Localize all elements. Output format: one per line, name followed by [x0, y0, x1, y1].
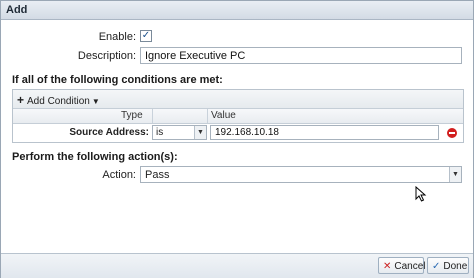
- action-select[interactable]: Pass ▼: [140, 166, 462, 183]
- condition-operator-select[interactable]: is ▼: [152, 125, 207, 140]
- action-value: Pass: [145, 169, 170, 181]
- add-condition-label: Add Condition: [27, 96, 90, 107]
- conditions-grid: + Add Condition ▼ Type Value Source Addres…: [12, 89, 464, 143]
- done-label: Done: [443, 261, 468, 272]
- cancel-x-icon: ✕: [383, 261, 392, 272]
- enable-label: Enable:: [98, 31, 136, 43]
- conditions-header: Type Value: [13, 109, 463, 124]
- condition-operator-value: is: [156, 127, 164, 138]
- conditions-toolbar: + Add Condition ▼: [13, 90, 463, 109]
- enable-checkbox[interactable]: ✓: [140, 30, 152, 42]
- chevron-down-icon: ▼: [91, 97, 100, 106]
- conditions-section-title: If all of the following conditions are m…: [12, 74, 223, 86]
- action-label: Action:: [102, 169, 136, 181]
- mouse-pointer-icon: [415, 186, 427, 202]
- plus-icon: +: [17, 93, 25, 107]
- dialog-title: Add: [6, 4, 28, 16]
- chevron-down-icon: ▼: [449, 167, 461, 182]
- condition-row: Source Address: is ▼ 192.168.10.18: [13, 124, 463, 141]
- column-separator: [152, 109, 153, 123]
- description-input[interactable]: Ignore Executive PC: [140, 47, 462, 64]
- description-value: Ignore Executive PC: [145, 50, 246, 62]
- remove-condition-icon[interactable]: [447, 128, 457, 138]
- actions-section-title: Perform the following action(s):: [12, 151, 178, 163]
- cancel-button[interactable]: ✕ Cancel: [378, 257, 426, 274]
- add-dialog: Add Enable: ✓ Description: Ignore Execut…: [0, 0, 474, 278]
- done-button[interactable]: ✓ Done: [427, 257, 469, 274]
- cancel-label: Cancel: [394, 261, 426, 272]
- condition-type: Source Address:: [69, 127, 149, 138]
- dialog-footer: ✕ Cancel ✓ Done: [1, 253, 473, 278]
- description-label: Description:: [77, 50, 136, 62]
- dialog-titlebar: Add: [1, 1, 473, 20]
- column-header-type: Type: [121, 110, 143, 121]
- add-condition-button[interactable]: + Add Condition ▼: [17, 93, 100, 107]
- column-header-value: Value: [211, 110, 236, 121]
- done-check-icon: ✓: [432, 261, 441, 272]
- chevron-down-icon: ▼: [194, 126, 206, 139]
- column-separator: [207, 109, 208, 123]
- condition-value: 192.168.10.18: [215, 127, 279, 138]
- condition-value-input[interactable]: 192.168.10.18: [210, 125, 439, 140]
- checkmark-icon: ✓: [141, 30, 151, 41]
